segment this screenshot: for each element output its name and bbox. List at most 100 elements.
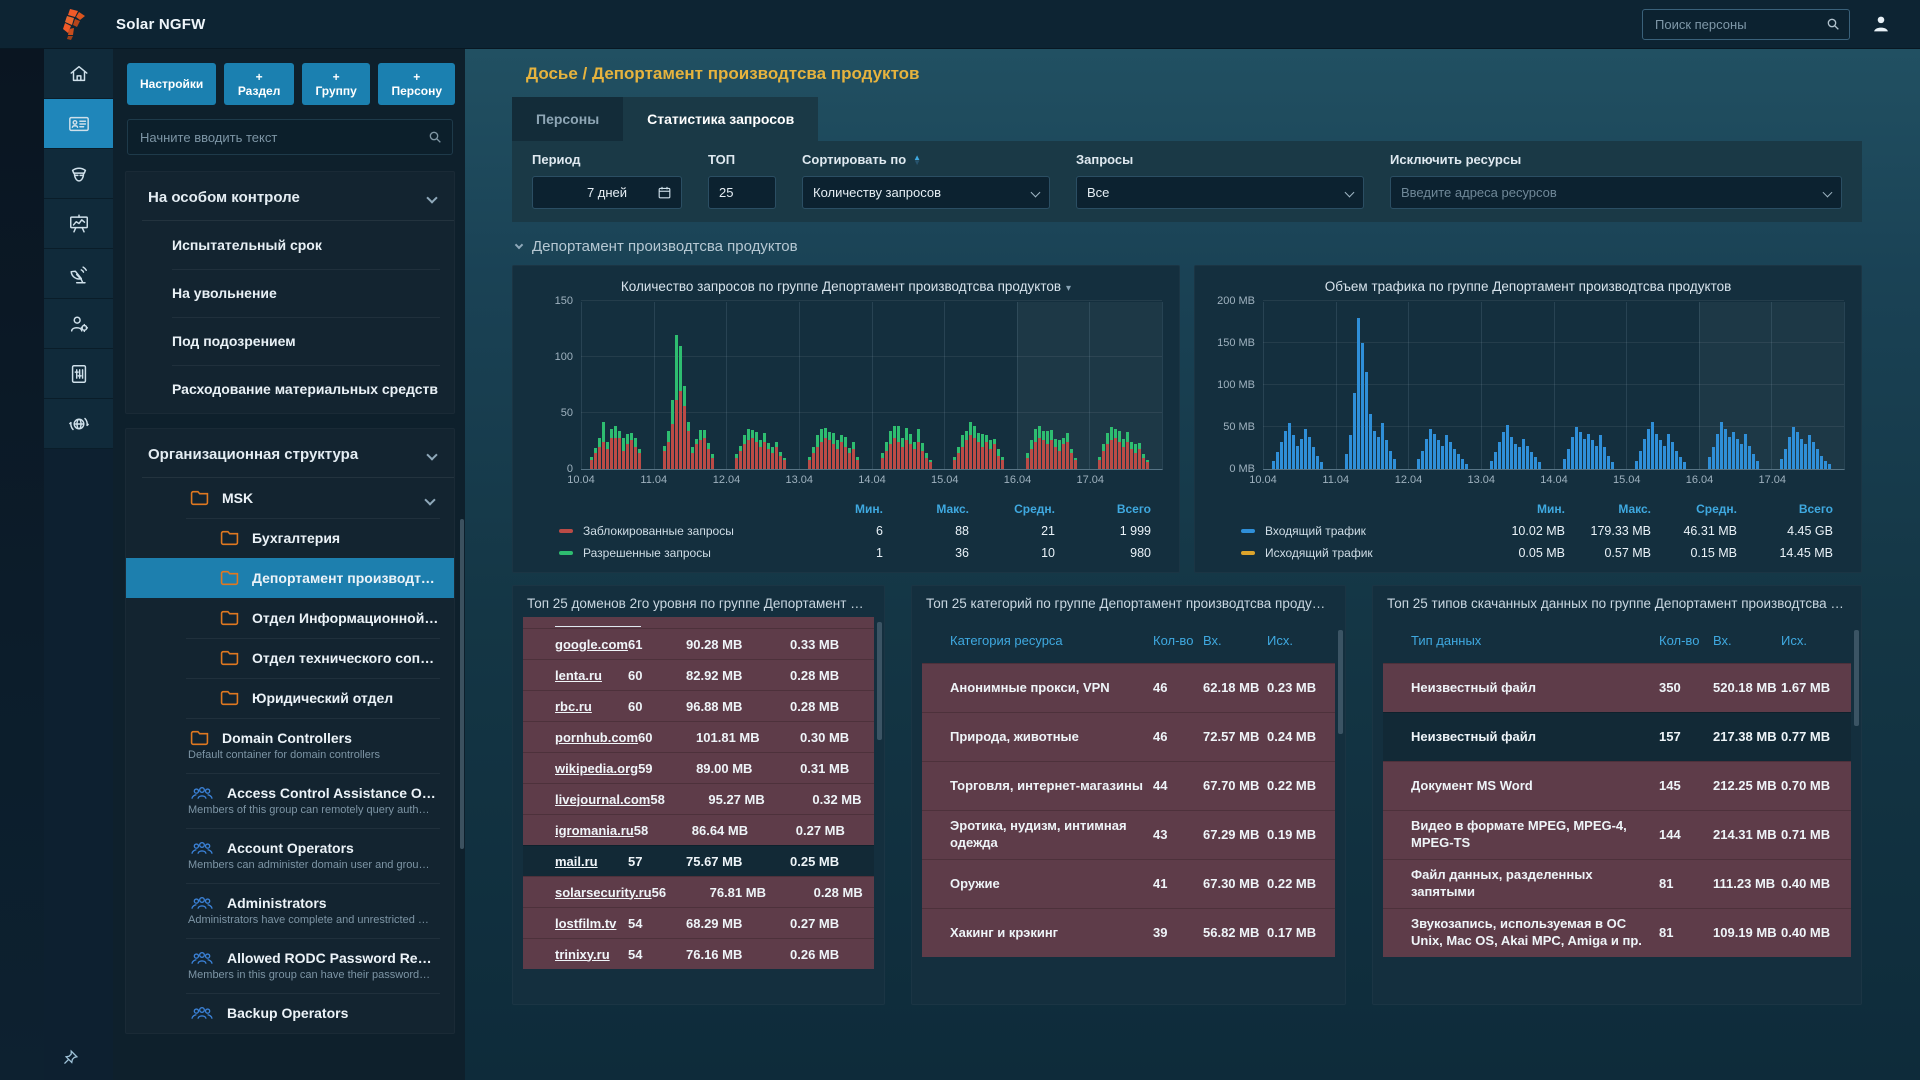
tree-item[interactable]: Domain ControllersDefault container for …: [126, 718, 454, 773]
tree-item[interactable]: MSK: [126, 478, 454, 518]
rail-item-officer[interactable]: [44, 149, 113, 199]
chart-bar: [1449, 442, 1452, 469]
search-icon[interactable]: [1825, 16, 1841, 32]
chart-bar: [1417, 459, 1420, 469]
domain-link[interactable]: mail.ru: [555, 854, 628, 869]
chart-bar: [1679, 457, 1682, 469]
domain-link[interactable]: lenta.ru: [555, 668, 628, 683]
chart-bar: [606, 442, 609, 469]
watch-list-item[interactable]: На увольнение: [126, 269, 454, 317]
tree-item[interactable]: Allowed RODC Password Replicatio…Members…: [126, 938, 454, 993]
domain-link[interactable]: rbc.ru: [555, 699, 628, 714]
cell-datatype-name: Звукозапись, используемая в ОС Unix, Mac…: [1411, 916, 1659, 950]
domain-link[interactable]: livejournal.com: [555, 792, 650, 807]
sidebar-action-button-2[interactable]: + Группу: [302, 63, 371, 105]
chart-title-caret[interactable]: ▾: [1066, 283, 1071, 294]
cell-traffic-in: 82.92 MB: [686, 668, 790, 683]
watch-list-item[interactable]: Испытательный срок: [126, 221, 454, 269]
chart-bar: [1752, 454, 1755, 469]
chart-bar: [1756, 461, 1759, 469]
domain-link[interactable]: pornhub.com: [555, 730, 638, 745]
tree-item-label: Отдел Информационной Безо…: [252, 610, 440, 626]
cell-traffic-out: 0.40 MB: [1781, 925, 1841, 942]
tab-статистика-запросов[interactable]: Статистика запросов: [623, 97, 818, 141]
rail-item-satellite[interactable]: [44, 249, 113, 299]
watch-list-item[interactable]: Под подозрением: [126, 317, 454, 365]
cell-count: 350: [1659, 680, 1713, 697]
chart-bar: [848, 448, 851, 469]
chart-bar: [840, 435, 843, 469]
domain-link[interactable]: google.com: [555, 637, 628, 652]
chart-bar: [590, 457, 593, 469]
scrollbar-thumb[interactable]: [1338, 630, 1343, 734]
chart-bar: [1276, 452, 1279, 469]
tree-item[interactable]: Депортамент производтсва …: [126, 558, 454, 598]
domain-link[interactable]: igromania.ru: [555, 823, 634, 838]
chart-bar: [1800, 439, 1803, 469]
sort-select[interactable]: Количеству запросов: [802, 176, 1050, 209]
cell-traffic-in: 90.28 MB: [686, 637, 790, 652]
sort-direction-icon[interactable]: ▲▼: [913, 155, 921, 165]
tree-item[interactable]: Бухгалтерия: [126, 518, 454, 558]
sidebar-scrollbar[interactable]: [460, 519, 464, 849]
tree-item-label: Access Control Assistance Operators: [227, 785, 440, 801]
cell-traffic-out: 0.30 MB: [800, 730, 884, 745]
tree-item[interactable]: Юридический отдел: [126, 678, 454, 718]
chart-bar: [844, 437, 847, 469]
sidebar-search-input[interactable]: [127, 119, 453, 155]
exclude-resources-input[interactable]: [1390, 176, 1842, 209]
tree-item[interactable]: AdministratorsAdministrators have comple…: [126, 883, 454, 938]
sidebar-action-button-0[interactable]: Настройки: [127, 63, 216, 105]
rail-item-persons-card[interactable]: [44, 99, 113, 149]
tree-item[interactable]: Отдел Информационной Безо…: [126, 598, 454, 638]
rail-item-report-settings[interactable]: [44, 349, 113, 399]
rail-item-globe-sync[interactable]: [44, 399, 113, 449]
period-input[interactable]: 7 дней: [532, 176, 682, 209]
user-menu-button[interactable]: [1870, 13, 1892, 35]
scrollbar-thumb[interactable]: [1854, 630, 1859, 726]
pin-icon[interactable]: [62, 1049, 79, 1066]
column-header: Категория ресурса: [950, 633, 1153, 648]
watch-list-item[interactable]: Расходование материальных средств: [126, 365, 454, 413]
domain-link[interactable]: lostfilm.tv: [555, 916, 628, 931]
tree-item[interactable]: Backup Operators: [126, 993, 454, 1033]
sidebar-action-button-3[interactable]: + Персону: [378, 63, 455, 105]
top-datatypes-panel: Топ 25 типов скачанных данных по группе …: [1372, 585, 1862, 1005]
rail-item-dashboard-chart[interactable]: [44, 199, 113, 249]
sidebar-action-button-1[interactable]: + Раздел: [224, 63, 294, 105]
top-input[interactable]: 25: [708, 176, 776, 209]
chart-bar: [1353, 393, 1356, 469]
chart-bar: [1114, 429, 1117, 469]
rail-item-home[interactable]: [44, 49, 113, 99]
folder-icon: [220, 650, 239, 666]
tree-item[interactable]: Отдел технического сопровож…: [126, 638, 454, 678]
person-search-input[interactable]: [1642, 9, 1850, 40]
chart-bar: [808, 457, 811, 469]
requests-select[interactable]: Все: [1076, 176, 1364, 209]
cell-traffic-in: 96.88 MB: [686, 699, 790, 714]
brand: Solar NGFW: [56, 7, 206, 41]
cell-datatype-name: Неизвестный файл: [1411, 729, 1659, 746]
search-icon[interactable]: [427, 129, 443, 145]
tab-персоны[interactable]: Персоны: [512, 97, 623, 141]
domain-link[interactable]: solarsecurity.ru: [555, 885, 652, 900]
report-settings-icon: [68, 363, 90, 385]
cell-traffic-in: 520.18 MB: [1713, 680, 1781, 697]
tree-item[interactable]: Account OperatorsMembers can administer …: [126, 828, 454, 883]
scrollbar-thumb[interactable]: [877, 622, 882, 740]
domain-link[interactable]: trinixy.ru: [555, 947, 628, 962]
tree-item-description: Administrators have complete and unrestr…: [126, 911, 440, 926]
cell-category-name: Природа, животные: [950, 729, 1153, 746]
exclude-resources-field[interactable]: [1401, 185, 1824, 200]
rail-item-user-settings[interactable]: [44, 299, 113, 349]
org-section-header[interactable]: Организационная структура: [126, 429, 454, 478]
domain-link[interactable]: wikipedia.org: [555, 761, 638, 776]
watch-section-header[interactable]: На особом контроле: [126, 172, 454, 221]
chart-bar: [1780, 459, 1783, 469]
tree-item[interactable]: Access Control Assistance OperatorsMembe…: [126, 773, 454, 828]
calendar-icon[interactable]: [657, 185, 672, 200]
cell-traffic-in: 95.27 MB: [708, 792, 812, 807]
group-header[interactable]: Депортамент производтсва продуктов: [516, 238, 1862, 255]
chart-bar: [1740, 444, 1743, 469]
chart-bar: [1792, 427, 1795, 469]
